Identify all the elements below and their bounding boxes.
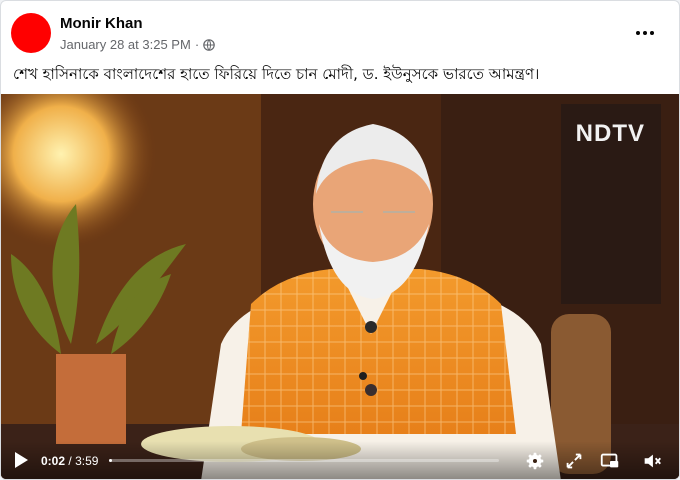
avatar[interactable] <box>11 13 51 53</box>
current-time: 0:02 <box>41 454 66 468</box>
post-caption: শেখ হাসিনাকে বাংলাদেশের হাতে ফিরিয়ে দিত… <box>13 65 540 83</box>
video-player[interactable]: NDTV 0:02 / 3:59 <box>1 94 679 479</box>
fullscreen-icon[interactable] <box>563 450 585 472</box>
author-name[interactable]: Monir Khan <box>60 15 143 32</box>
time-separator: / <box>68 454 72 468</box>
settings-icon[interactable] <box>524 450 546 472</box>
more-options-icon[interactable] <box>631 19 659 47</box>
volume-muted-icon[interactable] <box>641 450 663 472</box>
video-progress-fill <box>109 459 113 462</box>
post-meta: January 28 at 3:25 PM · <box>60 37 215 52</box>
post-card: Monir Khan January 28 at 3:25 PM · শেখ হ… <box>0 0 680 480</box>
meta-separator: · <box>194 37 200 52</box>
globe-icon[interactable] <box>203 38 215 51</box>
picture-in-picture-icon[interactable] <box>599 450 621 472</box>
video-frame <box>1 94 679 479</box>
video-controls: 0:02 / 3:59 <box>1 441 679 479</box>
play-icon[interactable] <box>13 451 29 469</box>
ndtv-watermark: NDTV <box>575 120 645 147</box>
post-header: Monir Khan January 28 at 3:25 PM · <box>11 13 669 55</box>
duration: 3:59 <box>75 454 99 468</box>
video-progress-bar[interactable] <box>109 459 499 462</box>
post-timestamp[interactable]: January 28 at 3:25 PM <box>60 37 191 52</box>
video-time: 0:02 / 3:59 <box>41 454 98 468</box>
